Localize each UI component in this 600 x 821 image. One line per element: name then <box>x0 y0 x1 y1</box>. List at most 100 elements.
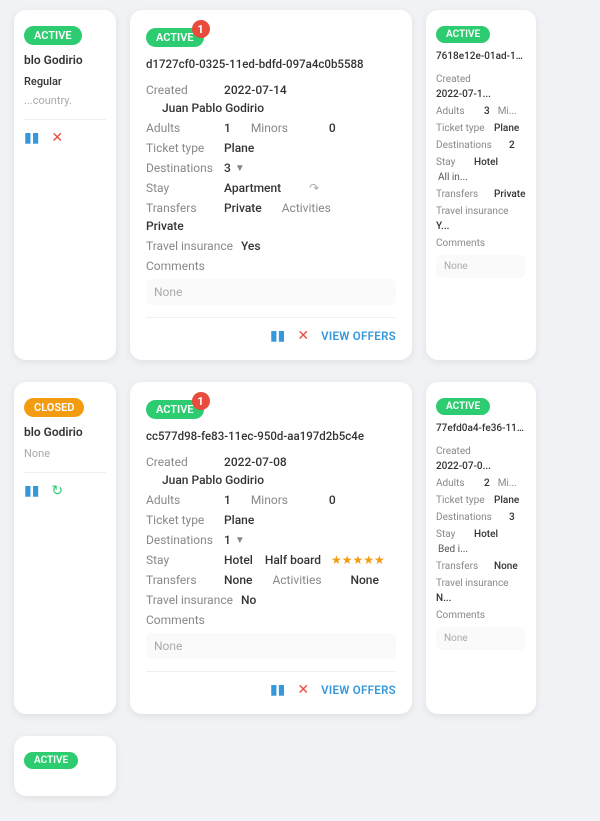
card-id: cc577d98-fe83-11ec-950d-aa197d2b5c4e <box>146 429 396 443</box>
destinations-label: Destinations <box>146 161 216 175</box>
pause-button[interactable]: ▮▮ <box>24 130 39 146</box>
comment-value: None <box>436 627 526 650</box>
insurance-row: Travel insurance No <box>146 593 396 607</box>
minors-label: Mi... <box>498 478 517 489</box>
price-type-row: Regular <box>24 75 106 88</box>
cursor-icon: ↷ <box>309 181 319 195</box>
created-date: 2022-07-08 <box>224 455 287 469</box>
close-button[interactable]: ✕ <box>297 328 309 344</box>
destinations-row: Destinations 3 <box>436 512 526 523</box>
comments-row: Comments <box>436 238 526 249</box>
transfers-value: Private <box>224 201 262 215</box>
minors-value: 0 <box>329 493 336 507</box>
stay-extra: Bed i... <box>438 544 468 555</box>
view-offers-button[interactable]: VIEW OFFERS <box>321 329 396 343</box>
created-date: 2022-07-0... <box>436 461 491 472</box>
status-badge: ACTIVE <box>24 26 82 45</box>
note-row: ...country. <box>24 94 106 107</box>
card-partial-bottom: ACTIVE <box>14 736 116 796</box>
adults-value: 1 <box>224 121 231 135</box>
created-row: Created 2022-07-0... <box>436 446 526 472</box>
ticket-type-row: Ticket type Plane <box>146 141 396 155</box>
refresh-button[interactable]: ↻ <box>51 483 63 499</box>
transfers-row: Transfers None Activities None <box>146 573 396 587</box>
destinations-label: Destinations <box>436 140 501 151</box>
stay-label: Stay <box>146 181 216 195</box>
destinations-row: Destinations 1 ▼ <box>146 533 396 547</box>
ticket-type-row: Ticket type Plane <box>436 123 526 134</box>
insurance-label: Travel insurance <box>146 239 233 253</box>
comments-label: Comments <box>436 238 486 249</box>
pause-button[interactable]: ▮▮ <box>270 682 285 698</box>
view-offers-button[interactable]: VIEW OFFERS <box>321 683 396 697</box>
card-main-1: ACTIVE 1 d1727cf0-0325-11ed-bdfd-097a4c0… <box>130 10 412 360</box>
adults-label: Adults <box>436 106 476 117</box>
activities-label: Activities <box>272 573 342 587</box>
card-footer-main-1: ▮▮ ✕ VIEW OFFERS <box>146 317 396 344</box>
notification-dot: 1 <box>192 20 210 38</box>
minors-label: Minors <box>251 121 321 135</box>
adults-label: Adults <box>146 493 216 507</box>
adults-row: Adults 1 Minors 0 <box>146 121 396 135</box>
stay-label: Stay <box>436 157 466 168</box>
owner-row: blo Godirio <box>24 425 106 439</box>
created-row: Created 2022-07-1... <box>436 74 526 100</box>
transfers-row: Transfers Private <box>436 189 526 200</box>
owner-name: blo Godirio <box>24 53 83 67</box>
chevron-down-icon[interactable]: ▼ <box>235 163 245 174</box>
transfers-label: Transfers <box>436 561 486 572</box>
adults-value: 3 <box>484 106 490 117</box>
stay-row: Stay Apartment ↷ <box>146 181 396 195</box>
created-date: 2022-07-14 <box>224 83 287 97</box>
insurance-value: Y... <box>436 221 449 232</box>
adults-row: Adults 1 Minors 0 <box>146 493 396 507</box>
transfers-value: Private <box>494 189 525 200</box>
adults-row: Adults 3 Mi... <box>436 106 526 117</box>
note-row: None <box>24 447 106 460</box>
stay-value: Apartment <box>224 181 281 195</box>
cards-row-3: ACTIVE <box>0 726 600 806</box>
close-button[interactable]: ✕ <box>51 130 63 146</box>
destinations-row: Destinations 2 <box>436 140 526 151</box>
pause-button[interactable]: ▮▮ <box>270 328 285 344</box>
card-footer-left-1: ▮▮ ✕ <box>24 119 106 146</box>
comment-value: None <box>146 279 396 305</box>
transfers-label: Transfers <box>146 573 216 587</box>
ticket-type-value: Plane <box>224 513 254 527</box>
transfers-row: Transfers Private Activities Private <box>146 201 396 233</box>
note-text: ...country. <box>24 94 72 107</box>
ticket-type-value: Plane <box>494 495 519 506</box>
minors-value: 0 <box>329 121 336 135</box>
transfers-value: None <box>494 561 518 572</box>
created-date: 2022-07-1... <box>436 89 491 100</box>
destinations-count: 1 <box>224 533 231 547</box>
pause-button[interactable]: ▮▮ <box>24 483 39 499</box>
insurance-value: No <box>241 593 256 607</box>
created-label: Created <box>146 83 216 97</box>
adults-value: 1 <box>224 493 231 507</box>
status-badge: ACTIVE <box>436 26 490 43</box>
status-badge: ACTIVE <box>436 398 490 415</box>
stay-row: Stay Hotel All in... <box>436 157 526 183</box>
transfers-value: None <box>224 573 252 587</box>
card-footer-main-2: ▮▮ ✕ VIEW OFFERS <box>146 671 396 698</box>
activities-label: Activities <box>282 201 352 215</box>
stay-value: Hotel <box>474 529 498 540</box>
ticket-type-label: Ticket type <box>146 141 216 155</box>
adults-label: Adults <box>146 121 216 135</box>
created-label: Created <box>146 455 216 469</box>
card-partial-right-1: ACTIVE 7618e12e-01ad-11ed- Created 2022-… <box>426 10 536 360</box>
close-button[interactable]: ✕ <box>297 682 309 698</box>
stay-value: Hotel <box>474 157 498 168</box>
card-id-partial: 7618e12e-01ad-11ed- <box>436 51 526 62</box>
transfers-row: Transfers None <box>436 561 526 572</box>
insurance-row: Travel insurance N... <box>436 578 526 604</box>
adults-row: Adults 2 Mi... <box>436 478 526 489</box>
ticket-type-label: Ticket type <box>436 495 486 506</box>
card-partial-left-1: ACTIVE blo Godirio Regular ...country. ▮… <box>14 10 116 360</box>
note-text: None <box>24 447 50 460</box>
chevron-down-icon[interactable]: ▼ <box>235 535 245 546</box>
notification-dot: 1 <box>192 392 210 410</box>
price-type: Regular <box>24 75 62 88</box>
comments-label: Comments <box>146 259 216 273</box>
